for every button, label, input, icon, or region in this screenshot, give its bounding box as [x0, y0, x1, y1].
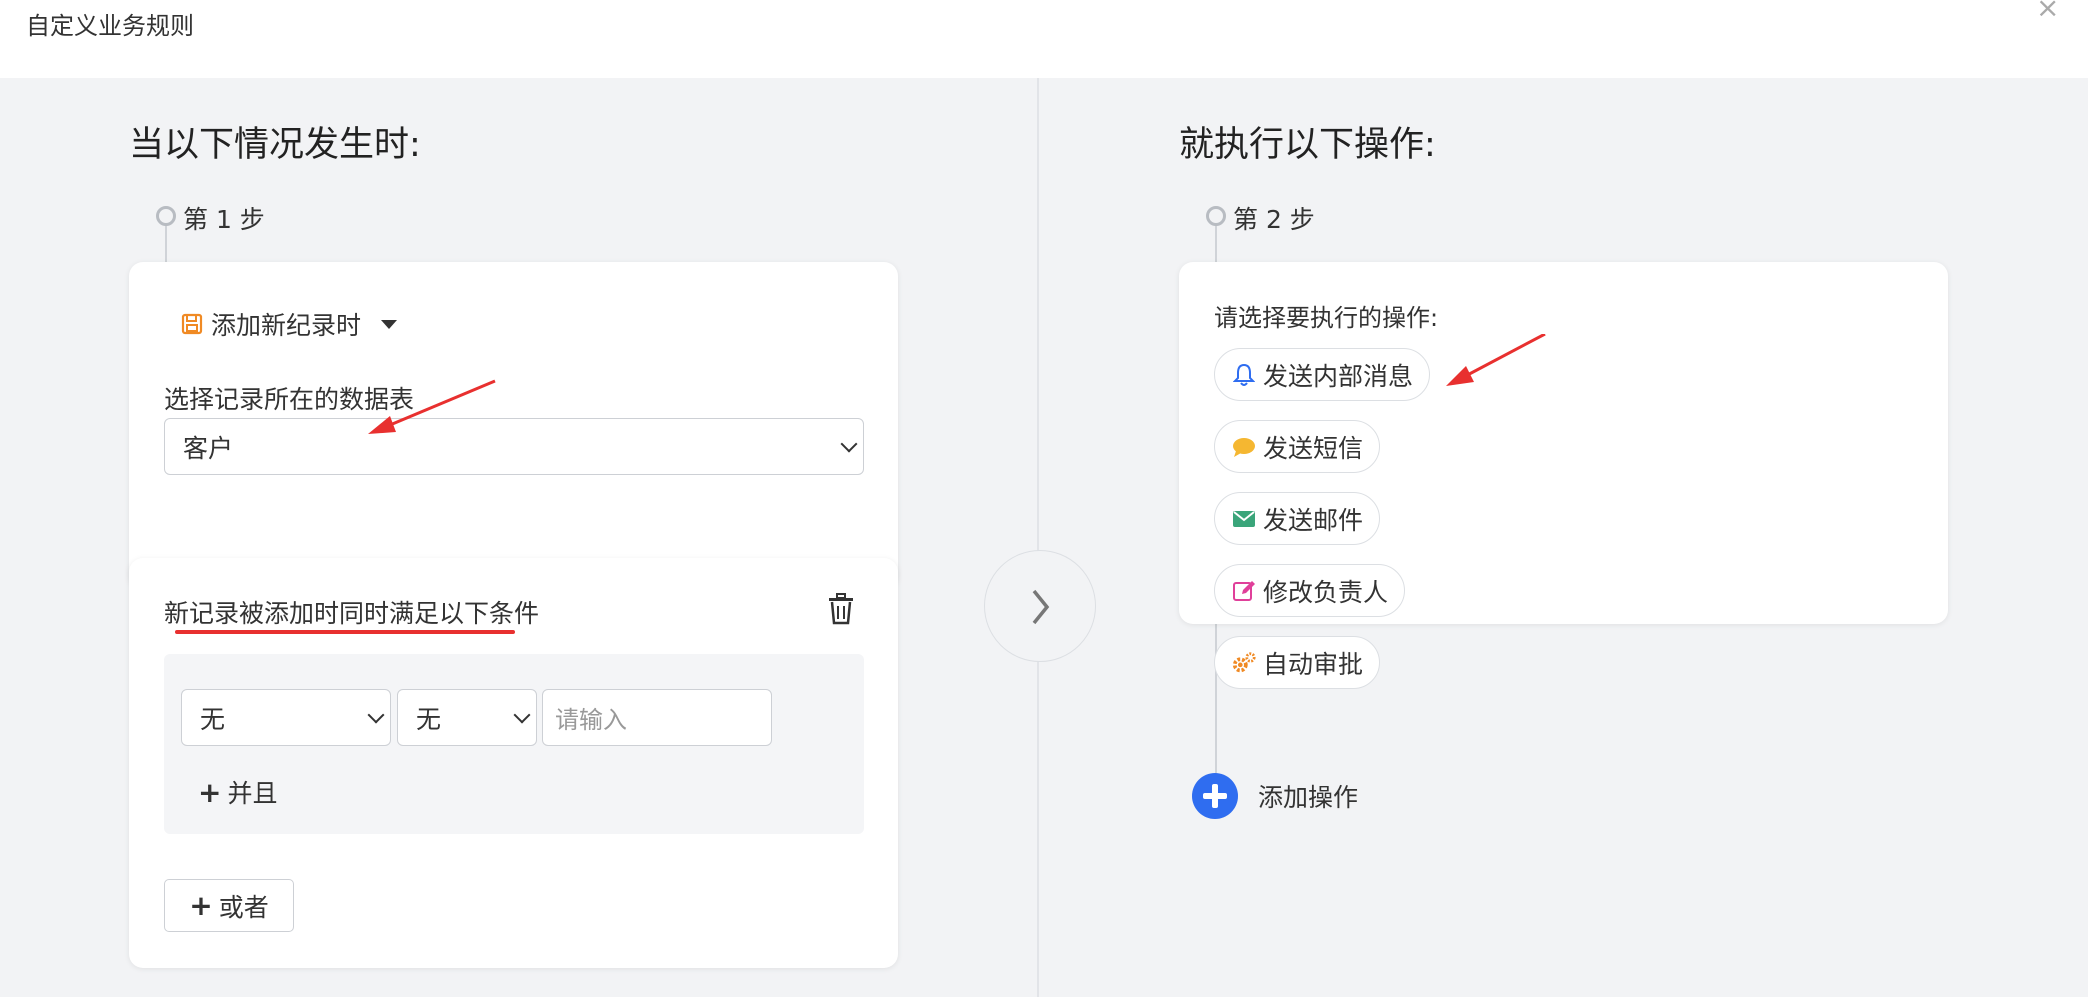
plus-icon: +	[189, 889, 213, 922]
and-label: 并且	[227, 779, 278, 808]
action-section-title: 就执行以下操作:	[1179, 125, 1436, 165]
envelope-icon	[1231, 506, 1257, 532]
trigger-type-label: 添加新纪录时	[211, 311, 362, 340]
step-1-label: 第 1 步	[183, 205, 265, 234]
trash-icon[interactable]	[827, 593, 855, 629]
step-2-marker	[1206, 206, 1226, 226]
condition-operator-select[interactable]: 无	[397, 689, 537, 746]
condition-operator-value: 无	[416, 704, 442, 734]
save-icon	[181, 313, 203, 335]
dialog-title: 自定义业务规则	[26, 12, 194, 40]
step-2-label: 第 2 步	[1233, 205, 1315, 234]
chevron-down-icon	[367, 706, 385, 723]
chevron-down-icon	[840, 435, 858, 452]
trigger-card: 添加新纪录时 选择记录所在的数据表 客户	[129, 262, 898, 589]
action-send-sms[interactable]: 发送短信	[1214, 420, 1381, 473]
step-1-marker	[156, 206, 176, 226]
action-label: 自动审批	[1263, 649, 1364, 679]
action-auto-approve[interactable]: 自动审批	[1214, 636, 1381, 689]
condition-title: 新记录被添加时同时满足以下条件	[164, 599, 540, 628]
action-prompt: 请选择要执行的操作:	[1214, 304, 1439, 332]
caret-down-icon	[381, 319, 398, 329]
action-change-owner[interactable]: 修改负责人	[1214, 564, 1406, 617]
action-label: 发送短信	[1263, 433, 1364, 463]
plus-icon: +	[198, 775, 222, 809]
next-step-button[interactable]	[984, 550, 1096, 662]
add-or-condition-button[interactable]: + 或者	[164, 879, 294, 932]
table-select-value: 客户	[183, 433, 234, 463]
condition-card: 新记录被添加时同时满足以下条件 无 无 请输入 + 并且 + 或者	[129, 558, 898, 968]
chevron-right-icon	[1032, 589, 1050, 625]
condition-group: 无 无 请输入 + 并且	[164, 654, 864, 834]
trigger-section-title: 当以下情况发生时:	[129, 125, 421, 165]
chevron-down-icon	[513, 706, 531, 723]
action-send-email[interactable]: 发送邮件	[1214, 492, 1381, 545]
add-and-condition-button[interactable]: + 并且	[198, 774, 277, 810]
action-label: 发送邮件	[1263, 505, 1364, 535]
action-label: 发送内部消息	[1263, 361, 1414, 391]
table-select[interactable]: 客户	[164, 418, 864, 475]
action-send-internal-message[interactable]: 发送内部消息	[1214, 348, 1431, 401]
bell-icon	[1231, 362, 1257, 388]
condition-field-select[interactable]: 无	[181, 689, 391, 746]
trigger-type-dropdown[interactable]: 添加新纪录时	[181, 306, 398, 342]
table-select-label: 选择记录所在的数据表	[164, 385, 415, 414]
close-button[interactable]: ×	[2036, 0, 2059, 22]
add-action-label: 添加操作	[1258, 783, 1359, 812]
gears-icon	[1231, 650, 1257, 676]
plus-circle-icon	[1192, 773, 1238, 819]
add-action-button[interactable]: 添加操作	[1192, 773, 1358, 819]
annotation-underline	[175, 630, 515, 634]
column-divider	[1037, 78, 1039, 997]
dialog-header: 自定义业务规则 ×	[0, 0, 2088, 78]
condition-field-value: 无	[200, 704, 226, 734]
or-label: 或者	[218, 892, 269, 922]
chat-bubble-icon	[1231, 434, 1257, 460]
condition-value-input[interactable]: 请输入	[542, 689, 772, 746]
rule-editor: 当以下情况发生时: 第 1 步 添加新纪录时 选择记录所在的数据表 客户 新记录…	[0, 78, 2088, 997]
action-label: 修改负责人	[1263, 577, 1389, 607]
edit-icon	[1231, 578, 1257, 604]
action-card: 请选择要执行的操作: 发送内部消息 发送短信 发送邮件 修改负责人 自动审批	[1179, 262, 1948, 689]
